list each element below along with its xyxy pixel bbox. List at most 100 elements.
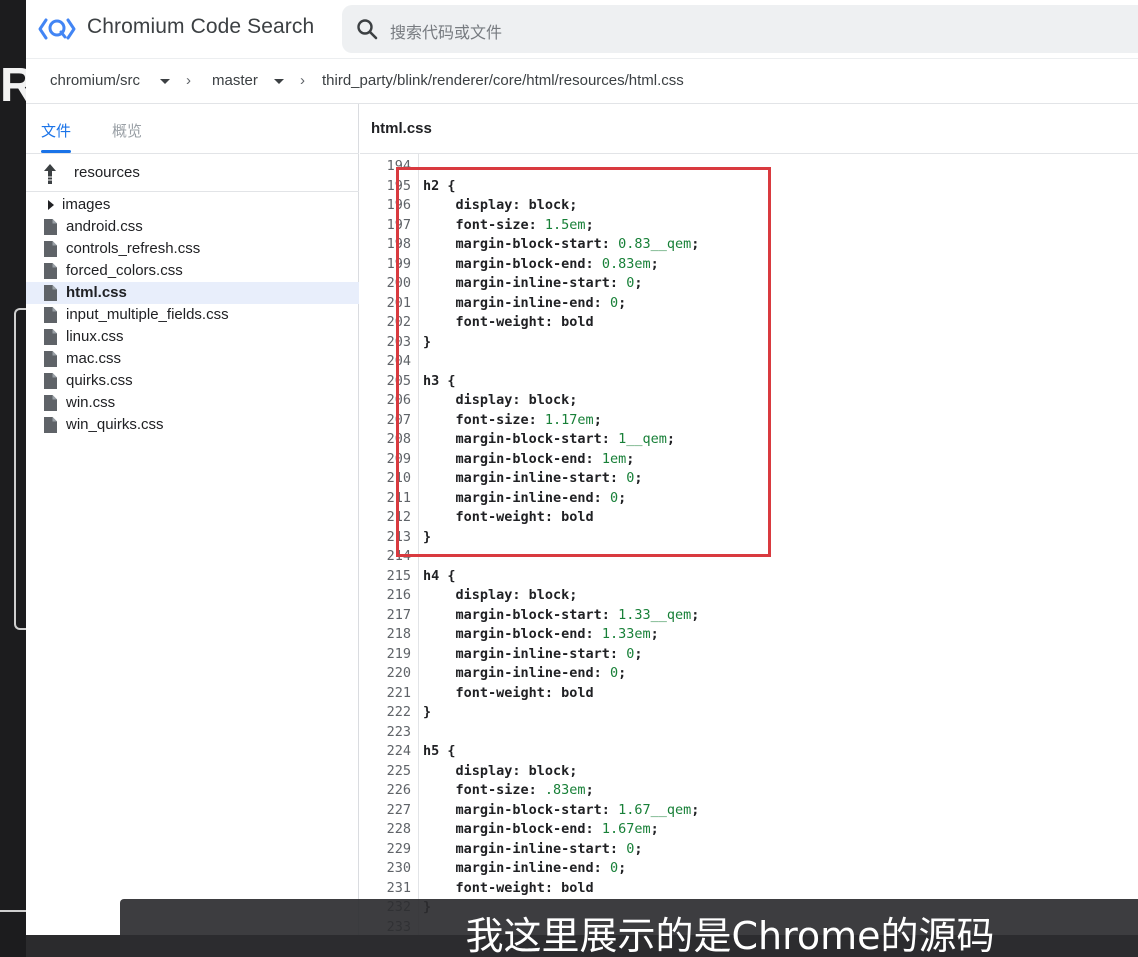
line-number[interactable]: 225 [360,762,411,782]
line-number[interactable]: 226 [360,781,411,801]
code-text: margin-block-start: 1.67__qem; [423,801,700,818]
breadcrumb-repo[interactable]: chromium/src [50,72,140,89]
line-number[interactable]: 215 [360,567,411,587]
tree-item-label[interactable]: forced_colors.css [66,262,183,279]
tree-item-mac-css[interactable]: mac.css [26,348,359,370]
tab-overview[interactable]: 概览 [112,120,142,141]
tree-item-quirks-css[interactable]: quirks.css [26,370,359,392]
code-text: font-weight: bold [423,509,594,525]
line-number[interactable]: 203 [360,333,411,353]
code-line: 228 margin-block-end: 1.67em; [360,820,1138,840]
line-number[interactable]: 202 [360,313,411,333]
repo-dropdown-caret-icon[interactable] [160,79,170,84]
code-view[interactable]: 194 195 h2 {196 display: block; 197 font-si… [360,154,1138,935]
tree-item-label[interactable]: input_multiple_fields.css [66,306,229,323]
line-number[interactable]: 205 [360,372,411,392]
background-slide: Re [0,0,30,957]
line-number[interactable]: 210 [360,469,411,489]
tree-item-linux-css[interactable]: linux.css [26,326,359,348]
line-number[interactable]: 196 [360,196,411,216]
line-number[interactable]: 222 [360,703,411,723]
app-title[interactable]: Chromium Code Search [87,15,314,39]
tab-files[interactable]: 文件 [41,120,71,141]
tree-item-forced-colors-css[interactable]: forced_colors.css [26,260,359,282]
line-number[interactable]: 223 [360,723,411,743]
code-line: 211 margin-inline-end: 0; [360,489,1138,509]
line-number[interactable]: 207 [360,411,411,431]
line-number[interactable]: 214 [360,547,411,567]
parent-folder-label[interactable]: resources [74,164,140,181]
tree-item-label[interactable]: win.css [66,394,115,411]
code-line: 222} [360,703,1138,723]
line-number[interactable]: 194 [360,157,411,177]
line-number[interactable]: 211 [360,489,411,509]
code-line: 221 font-weight: bold [360,684,1138,704]
line-number[interactable]: 218 [360,625,411,645]
line-number[interactable]: 197 [360,216,411,236]
line-number[interactable]: 209 [360,450,411,470]
tree-item-win-css[interactable]: win.css [26,392,359,414]
tree-item-controls-refresh-css[interactable]: controls_refresh.css [26,238,359,260]
search-input-placeholder[interactable]: 搜索代码或文件 [390,19,502,43]
parent-folder-row[interactable]: resources [26,154,359,192]
tree-item-label[interactable]: linux.css [66,328,124,345]
code-line: 208 margin-block-start: 1__qem; [360,430,1138,450]
line-number[interactable]: 224 [360,742,411,762]
file-icon [44,395,57,411]
code-text: margin-block-end: 1.33em; [423,626,659,642]
code-text: h3 { [423,372,456,389]
line-number[interactable]: 208 [360,430,411,450]
line-number[interactable]: 220 [360,664,411,684]
search-icon[interactable] [356,18,378,40]
tree-item-label[interactable]: android.css [66,218,143,235]
line-number[interactable]: 201 [360,294,411,314]
breadcrumb-separator-icon: › [300,72,305,89]
line-number[interactable]: 229 [360,840,411,860]
line-number[interactable]: 213 [360,528,411,548]
breadcrumb-path[interactable]: third_party/blink/renderer/core/html/res… [322,72,684,89]
code-text: margin-inline-start: 0; [423,470,643,486]
code-text: margin-inline-end: 0; [423,860,627,876]
line-number[interactable]: 230 [360,859,411,879]
tree-item-android-css[interactable]: android.css [26,216,359,238]
line-number[interactable]: 219 [360,645,411,665]
line-number[interactable]: 200 [360,274,411,294]
line-number[interactable]: 227 [360,801,411,821]
line-number[interactable]: 206 [360,391,411,411]
tree-item-input-multiple-fields-css[interactable]: input_multiple_fields.css [26,304,359,326]
search-box[interactable]: 搜索代码或文件 [342,5,1138,53]
code-line: 226 font-size: .83em; [360,781,1138,801]
code-text: h2 { [423,177,456,194]
tree-item-images[interactable]: images [26,194,359,216]
line-number[interactable]: 231 [360,879,411,899]
tree-item-label[interactable]: html.css [66,284,127,301]
line-number[interactable]: 228 [360,820,411,840]
code-line: 200 margin-inline-start: 0; [360,274,1138,294]
tree-item-label[interactable]: quirks.css [66,372,133,389]
branch-dropdown-caret-icon[interactable] [274,79,284,84]
tree-item-label[interactable]: win_quirks.css [66,416,164,433]
line-number[interactable]: 212 [360,508,411,528]
code-line: 197 font-size: 1.5em; [360,216,1138,236]
tree-item-label[interactable]: controls_refresh.css [66,240,200,257]
line-number[interactable]: 204 [360,352,411,372]
line-number[interactable]: 199 [360,255,411,275]
tree-item-win-quirks-css[interactable]: win_quirks.css [26,414,359,436]
line-number[interactable]: 221 [360,684,411,704]
code-line: 210 margin-inline-start: 0; [360,469,1138,489]
line-number[interactable]: 217 [360,606,411,626]
tree-item-label[interactable]: mac.css [66,350,121,367]
code-search-logo-icon[interactable] [38,14,76,44]
tree-item-label[interactable]: images [62,196,110,213]
expand-arrow-icon[interactable] [48,200,54,210]
tree-item-html-css[interactable]: html.css [26,282,359,304]
code-text: margin-inline-end: 0; [423,665,627,681]
parent-folder-up-arrow-icon[interactable] [43,163,57,185]
line-number[interactable]: 198 [360,235,411,255]
code-line: 195 h2 { [360,177,1138,197]
line-number[interactable]: 195 [360,177,411,197]
code-line: 224 h5 { [360,742,1138,762]
code-line: 231 font-weight: bold [360,879,1138,899]
breadcrumb-branch[interactable]: master [212,72,258,89]
line-number[interactable]: 216 [360,586,411,606]
